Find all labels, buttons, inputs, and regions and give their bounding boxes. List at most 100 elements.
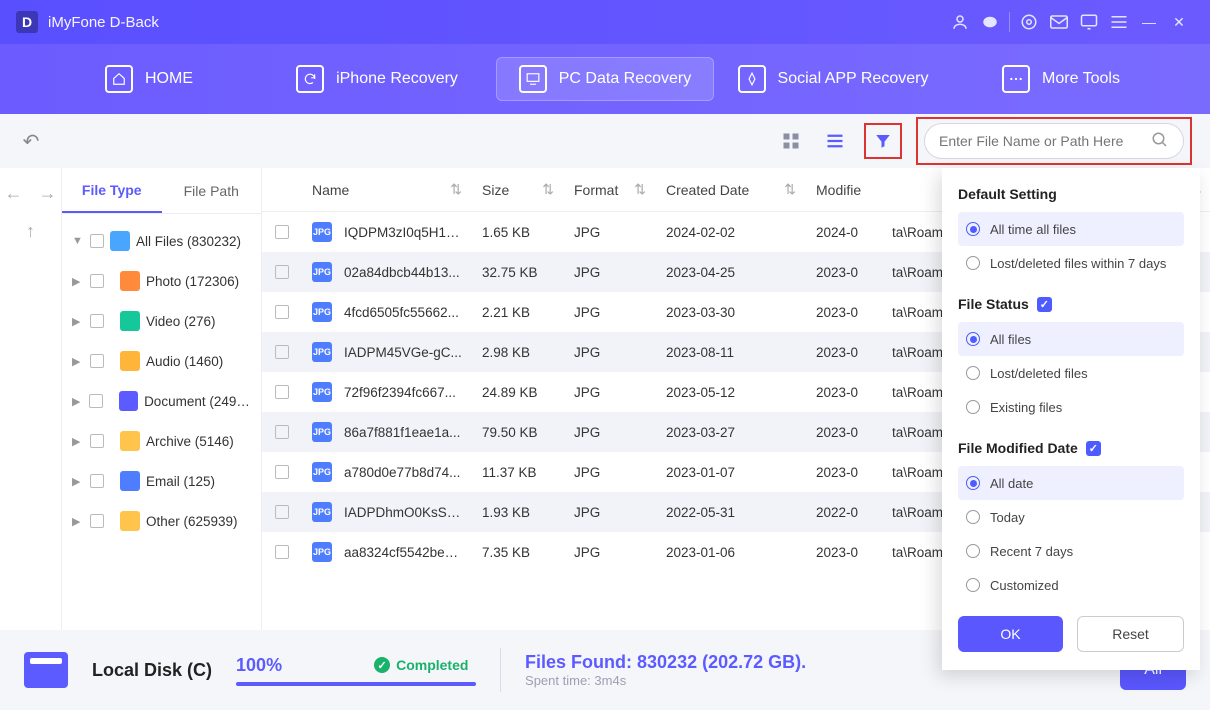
mail-icon[interactable] bbox=[1044, 7, 1074, 37]
filter-mod-recent7[interactable]: Recent 7 days bbox=[958, 534, 1184, 568]
account-icon[interactable] bbox=[945, 7, 975, 37]
tree-item[interactable]: ▶Photo (172306) bbox=[68, 262, 255, 300]
settings-icon[interactable] bbox=[1014, 7, 1044, 37]
close-button[interactable]: ✕ bbox=[1164, 7, 1194, 37]
tree-item[interactable]: ▼All Files (830232) bbox=[68, 222, 255, 260]
discord-icon[interactable] bbox=[975, 7, 1005, 37]
filter-mod-today[interactable]: Today bbox=[958, 500, 1184, 534]
row-checkbox[interactable] bbox=[275, 465, 289, 479]
row-checkbox[interactable] bbox=[275, 425, 289, 439]
filter-status-existing[interactable]: Existing files bbox=[958, 390, 1184, 424]
up-button[interactable]: ↑ bbox=[16, 216, 46, 246]
undo-button[interactable]: ↶ bbox=[18, 128, 44, 154]
file-name: aa8324cf5542bea... bbox=[344, 545, 462, 560]
row-checkbox[interactable] bbox=[275, 305, 289, 319]
caret-icon: ▶ bbox=[72, 435, 84, 448]
row-checkbox[interactable] bbox=[275, 545, 289, 559]
file-modified: 2024-0 bbox=[806, 225, 882, 240]
tab-file-path[interactable]: File Path bbox=[162, 168, 262, 213]
back-button[interactable]: ← bbox=[0, 178, 29, 208]
checkbox[interactable] bbox=[89, 394, 102, 408]
col-created[interactable]: Created Date⇅ bbox=[656, 181, 806, 198]
tree-item[interactable]: ▶Email (125) bbox=[68, 462, 255, 500]
checkbox[interactable] bbox=[90, 354, 104, 368]
col-name[interactable]: Name⇅ bbox=[302, 181, 472, 198]
filter-button[interactable] bbox=[868, 126, 898, 156]
minimize-button[interactable]: — bbox=[1134, 7, 1164, 37]
file-created: 2023-03-30 bbox=[656, 305, 806, 320]
filter-status-all[interactable]: All files bbox=[958, 322, 1184, 356]
file-format: JPG bbox=[564, 385, 656, 400]
search-icon[interactable] bbox=[1151, 131, 1169, 152]
row-checkbox[interactable] bbox=[275, 265, 289, 279]
filter-default-lost7[interactable]: Lost/deleted files within 7 days bbox=[958, 246, 1184, 280]
checkbox[interactable] bbox=[90, 314, 104, 328]
checkbox[interactable] bbox=[90, 274, 104, 288]
app-name: iMyFone D-Back bbox=[48, 14, 159, 31]
nav-social-recovery[interactable]: Social APP Recovery bbox=[724, 57, 942, 101]
nav-more-label: More Tools bbox=[1042, 70, 1120, 88]
caret-icon: ▶ bbox=[72, 395, 83, 408]
file-size: 1.93 KB bbox=[472, 505, 564, 520]
file-name: 72f96f2394fc667... bbox=[344, 385, 456, 400]
refresh-icon bbox=[296, 65, 324, 93]
filter-status-lost[interactable]: Lost/deleted files bbox=[958, 356, 1184, 390]
menu-icon[interactable] bbox=[1104, 7, 1134, 37]
list-view-button[interactable] bbox=[820, 126, 850, 156]
tree-item[interactable]: ▶Video (276) bbox=[68, 302, 255, 340]
tree-item[interactable]: ▶Document (24980) bbox=[68, 382, 255, 420]
title-bar: D iMyFone D-Back — ✕ bbox=[0, 0, 1210, 44]
col-size[interactable]: Size⇅ bbox=[472, 181, 564, 198]
tab-file-type[interactable]: File Type bbox=[62, 168, 162, 213]
nav-more-tools[interactable]: More Tools bbox=[952, 57, 1170, 101]
file-format: JPG bbox=[564, 545, 656, 560]
filter-mod-all[interactable]: All date bbox=[958, 466, 1184, 500]
row-checkbox[interactable] bbox=[275, 225, 289, 239]
filter-default-alltime[interactable]: All time all files bbox=[958, 212, 1184, 246]
search-input[interactable] bbox=[939, 133, 1151, 149]
row-checkbox[interactable] bbox=[275, 345, 289, 359]
tree-item-label: Audio (1460) bbox=[146, 354, 223, 369]
file-list-panel: Name⇅ Size⇅ Format⇅ Created Date⇅ Modifi… bbox=[262, 168, 1210, 630]
grid-view-button[interactable] bbox=[776, 126, 806, 156]
checkbox[interactable] bbox=[90, 434, 104, 448]
file-size: 2.21 KB bbox=[472, 305, 564, 320]
nav-iphone-recovery[interactable]: iPhone Recovery bbox=[268, 57, 486, 101]
jpg-icon: JPG bbox=[312, 502, 332, 522]
checkbox[interactable] bbox=[90, 234, 104, 248]
history-nav: ← → ↑ bbox=[0, 168, 62, 630]
radio-icon bbox=[966, 222, 980, 236]
nav-pc-recovery[interactable]: PC Data Recovery bbox=[496, 57, 714, 101]
checkbox[interactable] bbox=[90, 474, 104, 488]
caret-icon: ▶ bbox=[72, 515, 84, 528]
radio-icon bbox=[966, 544, 980, 558]
tree-item[interactable]: ▶Other (625939) bbox=[68, 502, 255, 540]
filter-ok-button[interactable]: OK bbox=[958, 616, 1063, 652]
sidebar: File Type File Path ▼All Files (830232)▶… bbox=[62, 168, 262, 630]
row-checkbox[interactable] bbox=[275, 505, 289, 519]
file-size: 24.89 KB bbox=[472, 385, 564, 400]
row-checkbox[interactable] bbox=[275, 385, 289, 399]
progress-bar bbox=[236, 682, 476, 686]
col-format[interactable]: Format⇅ bbox=[564, 181, 656, 198]
checkbox[interactable] bbox=[90, 514, 104, 528]
filter-mod-custom[interactable]: Customized bbox=[958, 568, 1184, 602]
caret-icon: ▶ bbox=[72, 315, 84, 328]
check-icon: ✓ bbox=[1086, 441, 1101, 456]
tree-item[interactable]: ▶Archive (5146) bbox=[68, 422, 255, 460]
forward-button[interactable]: → bbox=[33, 178, 63, 208]
caret-icon: ▶ bbox=[72, 355, 84, 368]
file-format: JPG bbox=[564, 225, 656, 240]
nav-home[interactable]: HOME bbox=[40, 57, 258, 101]
tree-item[interactable]: ▶ Audio (1460) bbox=[68, 342, 255, 380]
feedback-icon[interactable] bbox=[1074, 7, 1104, 37]
search-box[interactable] bbox=[924, 123, 1184, 159]
col-modified[interactable]: Modifie bbox=[806, 182, 882, 198]
jpg-icon: JPG bbox=[312, 342, 332, 362]
filter-reset-button[interactable]: Reset bbox=[1077, 616, 1184, 652]
file-modified: 2023-0 bbox=[806, 545, 882, 560]
tree-item-label: Email (125) bbox=[146, 474, 215, 489]
jpg-icon: JPG bbox=[312, 302, 332, 322]
more-icon bbox=[1002, 65, 1030, 93]
file-size: 79.50 KB bbox=[472, 425, 564, 440]
